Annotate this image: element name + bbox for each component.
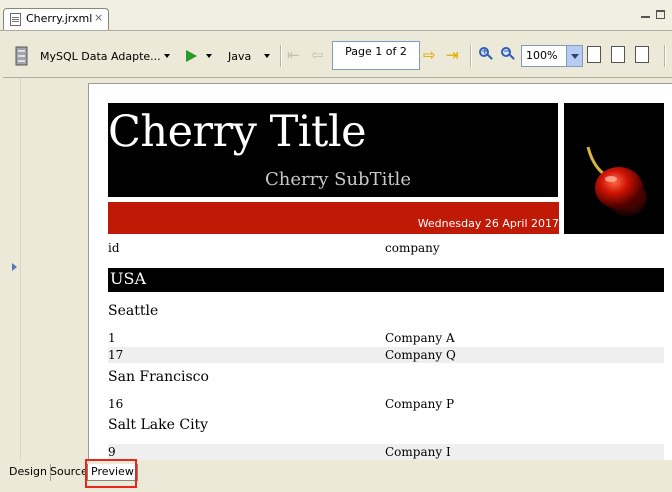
- date-band: Wednesday 26 April 2017: [108, 202, 559, 234]
- zoom-in-icon[interactable]: +: [479, 47, 493, 61]
- preview-tab-highlight: [85, 459, 137, 488]
- city-heading: Salt Lake City: [108, 417, 209, 433]
- city-heading: San Francisco: [108, 369, 209, 385]
- expand-panel-icon[interactable]: [12, 263, 17, 271]
- next-page-icon[interactable]: ⇨: [423, 47, 436, 63]
- column-header-company: company: [385, 241, 440, 255]
- page-indicator-field[interactable]: Page 1 of 2: [332, 41, 420, 70]
- data-adapter-selector[interactable]: MySQL Data Adapte...: [40, 37, 161, 75]
- adapter-dropdown-icon[interactable]: [164, 54, 170, 58]
- maximize-icon[interactable]: [656, 10, 665, 19]
- actual-size-icon[interactable]: [587, 46, 601, 63]
- close-tab-icon[interactable]: ×: [94, 11, 103, 24]
- report-title: Cherry Title: [108, 107, 367, 157]
- table-row: 17 Company Q: [108, 347, 664, 363]
- jrxml-file-icon: [10, 13, 21, 26]
- preview-content: Cherry Title Cherry SubTitle Wednesday 2…: [3, 77, 672, 484]
- editor-tab-cherry[interactable]: Cherry.jrxml ×: [3, 8, 109, 30]
- last-page-icon[interactable]: ⇥: [446, 47, 459, 63]
- data-adapter-icon: [15, 46, 28, 66]
- toolbar-separator: [280, 45, 281, 67]
- previous-page-icon[interactable]: ⇦: [311, 47, 324, 63]
- table-row: 16 Company P: [108, 396, 664, 412]
- first-page-icon[interactable]: ⇤: [287, 47, 300, 63]
- group-label: USA: [110, 269, 146, 288]
- cell-id: 17: [108, 348, 124, 362]
- title-band: Cherry Title Cherry SubTitle: [108, 103, 558, 197]
- zoom-out-icon[interactable]: −: [501, 47, 515, 61]
- zoom-level-value: 100%: [526, 49, 558, 62]
- city-heading: Seattle: [108, 303, 159, 319]
- zoom-dropdown-icon[interactable]: [566, 46, 582, 66]
- side-panel-strip: [3, 78, 21, 461]
- fit-width-icon[interactable]: [635, 46, 649, 63]
- tab-design[interactable]: Design: [6, 464, 51, 481]
- cell-company: Company P: [385, 397, 455, 411]
- language-dropdown-icon[interactable]: [264, 54, 270, 58]
- cherry-image: [564, 103, 664, 234]
- cell-company: Company I: [385, 445, 451, 459]
- group-header: USA: [108, 268, 664, 292]
- cell-id: 9: [108, 445, 116, 459]
- cell-company: Company Q: [385, 348, 456, 362]
- cell-id: 1: [108, 331, 116, 345]
- cell-company: Company A: [385, 331, 455, 345]
- toolbar-separator: [664, 45, 665, 67]
- zoom-level-select[interactable]: 100%: [521, 45, 583, 67]
- run-dropdown-icon[interactable]: [206, 54, 212, 58]
- report-page: Cherry Title Cherry SubTitle Wednesday 2…: [88, 83, 672, 484]
- run-report-icon[interactable]: [186, 50, 197, 62]
- report-subtitle: Cherry SubTitle: [265, 169, 411, 190]
- table-row: 1 Company A: [108, 330, 664, 346]
- table-row: 9 Company I: [108, 444, 664, 460]
- language-selector[interactable]: Java: [228, 37, 251, 75]
- cell-id: 16: [108, 397, 124, 411]
- editor-tab-title: Cherry.jrxml: [26, 12, 93, 25]
- report-viewport[interactable]: Cherry Title Cherry SubTitle Wednesday 2…: [21, 78, 672, 484]
- editor-tab-bar: Cherry.jrxml ×: [0, 0, 672, 31]
- fit-page-icon[interactable]: [611, 46, 625, 63]
- column-header-id: id: [108, 241, 120, 255]
- preview-toolbar: MySQL Data Adapte... Java ⇤ ⇦ Page 1 of …: [3, 37, 672, 75]
- toolbar-separator: [470, 45, 471, 67]
- report-date: Wednesday 26 April 2017: [417, 217, 559, 230]
- minimize-icon[interactable]: [641, 12, 650, 18]
